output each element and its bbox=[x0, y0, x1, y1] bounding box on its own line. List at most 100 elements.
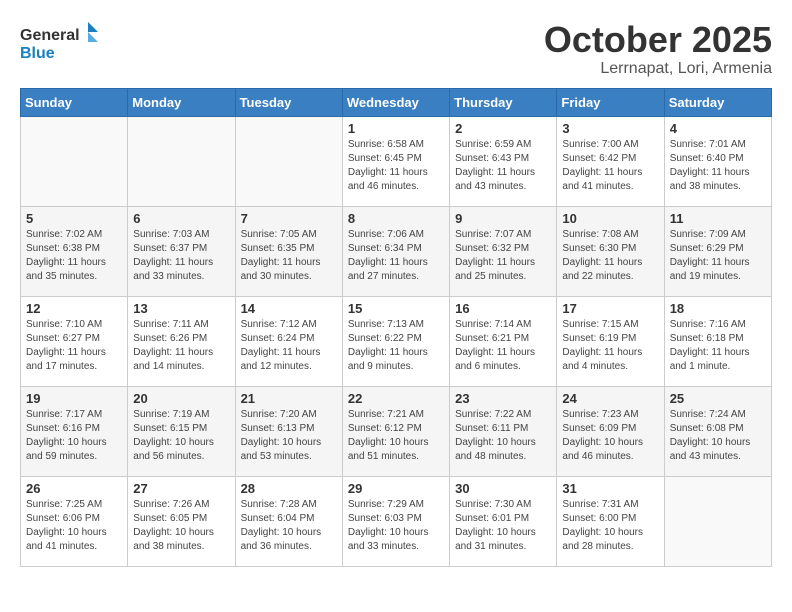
day-info: Sunrise: 7:01 AM Sunset: 6:40 PM Dayligh… bbox=[670, 138, 766, 194]
month-title: October 2025 bbox=[544, 20, 772, 60]
calendar-day-3: 3Sunrise: 7:00 AM Sunset: 6:42 PM Daylig… bbox=[557, 116, 664, 206]
calendar-empty-cell bbox=[128, 116, 235, 206]
svg-text:Blue: Blue bbox=[20, 45, 55, 62]
day-number: 6 bbox=[133, 211, 229, 226]
day-number: 27 bbox=[133, 481, 229, 496]
page-header: General Blue October 2025 Lerrnapat, Lor… bbox=[20, 20, 772, 78]
day-number: 5 bbox=[26, 211, 122, 226]
day-number: 28 bbox=[241, 481, 337, 496]
calendar-day-18: 18 Sunrise: 7:16 AM Sunset: 6:18 PM Dayli… bbox=[664, 296, 771, 386]
day-info: Sunrise: 7:15 AM Sunset: 6:19 PM Dayligh… bbox=[562, 318, 658, 374]
calendar-day-15: 15 Sunrise: 7:13 AM Sunset: 6:22 PM Dayli… bbox=[342, 296, 449, 386]
day-info: Sunrise: 7:24 AM Sunset: 6:08 PM Dayligh… bbox=[670, 408, 766, 464]
day-header-saturday: Saturday bbox=[664, 88, 771, 116]
day-info: Sunrise: 7:17 AM Sunset: 6:16 PM Dayligh… bbox=[26, 408, 122, 464]
day-info: Sunrise: 7:12 AM Sunset: 6:24 PM Dayligh… bbox=[241, 318, 337, 374]
day-number: 8 bbox=[348, 211, 444, 226]
day-info: Sunrise: 7:16 AM Sunset: 6:18 PM Dayligh… bbox=[670, 318, 766, 374]
day-number: 9 bbox=[455, 211, 551, 226]
day-number: 29 bbox=[348, 481, 444, 496]
calendar-day-28: 28 Sunrise: 7:28 AM Sunset: 6:04 PM Dayli… bbox=[235, 476, 342, 566]
day-number: 3 bbox=[562, 121, 658, 136]
day-number: 14 bbox=[241, 301, 337, 316]
calendar-day-23: 23 Sunrise: 7:22 AM Sunset: 6:11 PM Dayli… bbox=[450, 386, 557, 476]
calendar-day-9: 9 Sunrise: 7:07 AM Sunset: 6:32 PM Daylig… bbox=[450, 206, 557, 296]
day-info: Sunrise: 7:10 AM Sunset: 6:27 PM Dayligh… bbox=[26, 318, 122, 374]
calendar-day-20: 20 Sunrise: 7:19 AM Sunset: 6:15 PM Dayli… bbox=[128, 386, 235, 476]
location-subtitle: Lerrnapat, Lori, Armenia bbox=[544, 60, 772, 78]
calendar-day-8: 8Sunrise: 7:06 AM Sunset: 6:34 PM Daylig… bbox=[342, 206, 449, 296]
svg-text:General: General bbox=[20, 27, 80, 44]
calendar-empty-cell bbox=[664, 476, 771, 566]
day-number: 23 bbox=[455, 391, 551, 406]
day-info: Sunrise: 7:14 AM Sunset: 6:21 PM Dayligh… bbox=[455, 318, 551, 374]
day-header-wednesday: Wednesday bbox=[342, 88, 449, 116]
day-info: Sunrise: 6:58 AM Sunset: 6:45 PM Dayligh… bbox=[348, 138, 444, 194]
day-number: 15 bbox=[348, 301, 444, 316]
calendar-day-10: 10Sunrise: 7:08 AM Sunset: 6:30 PM Dayli… bbox=[557, 206, 664, 296]
calendar-day-4: 4 Sunrise: 7:01 AM Sunset: 6:40 PM Daylig… bbox=[664, 116, 771, 206]
day-info: Sunrise: 7:26 AM Sunset: 6:05 PM Dayligh… bbox=[133, 498, 229, 554]
day-info: Sunrise: 7:31 AM Sunset: 6:00 PM Dayligh… bbox=[562, 498, 658, 554]
day-number: 10 bbox=[562, 211, 658, 226]
day-info: Sunrise: 7:05 AM Sunset: 6:35 PM Dayligh… bbox=[241, 228, 337, 284]
day-number: 17 bbox=[562, 301, 658, 316]
day-info: Sunrise: 6:59 AM Sunset: 6:43 PM Dayligh… bbox=[455, 138, 551, 194]
title-block: October 2025 Lerrnapat, Lori, Armenia bbox=[544, 20, 772, 78]
day-info: Sunrise: 7:21 AM Sunset: 6:12 PM Dayligh… bbox=[348, 408, 444, 464]
day-info: Sunrise: 7:09 AM Sunset: 6:29 PM Dayligh… bbox=[670, 228, 766, 284]
calendar-empty-cell bbox=[21, 116, 128, 206]
calendar-day-7: 7Sunrise: 7:05 AM Sunset: 6:35 PM Daylig… bbox=[235, 206, 342, 296]
calendar-day-13: 13Sunrise: 7:11 AM Sunset: 6:26 PM Dayli… bbox=[128, 296, 235, 386]
day-number: 20 bbox=[133, 391, 229, 406]
calendar-header-row: SundayMondayTuesdayWednesdayThursdayFrid… bbox=[21, 88, 772, 116]
calendar-table: SundayMondayTuesdayWednesdayThursdayFrid… bbox=[20, 88, 772, 567]
day-info: Sunrise: 7:02 AM Sunset: 6:38 PM Dayligh… bbox=[26, 228, 122, 284]
day-number: 1 bbox=[348, 121, 444, 136]
calendar-day-29: 29Sunrise: 7:29 AM Sunset: 6:03 PM Dayli… bbox=[342, 476, 449, 566]
day-info: Sunrise: 7:25 AM Sunset: 6:06 PM Dayligh… bbox=[26, 498, 122, 554]
day-header-sunday: Sunday bbox=[21, 88, 128, 116]
day-number: 4 bbox=[670, 121, 766, 136]
day-info: Sunrise: 7:23 AM Sunset: 6:09 PM Dayligh… bbox=[562, 408, 658, 464]
logo: General Blue bbox=[20, 20, 110, 70]
day-header-tuesday: Tuesday bbox=[235, 88, 342, 116]
day-info: Sunrise: 7:19 AM Sunset: 6:15 PM Dayligh… bbox=[133, 408, 229, 464]
day-number: 22 bbox=[348, 391, 444, 406]
day-number: 18 bbox=[670, 301, 766, 316]
day-number: 12 bbox=[26, 301, 122, 316]
day-number: 2 bbox=[455, 121, 551, 136]
day-number: 21 bbox=[241, 391, 337, 406]
calendar-week-row: 26 Sunrise: 7:25 AM Sunset: 6:06 PM Dayli… bbox=[21, 476, 772, 566]
calendar-day-26: 26 Sunrise: 7:25 AM Sunset: 6:06 PM Dayli… bbox=[21, 476, 128, 566]
calendar-day-5: 5 Sunrise: 7:02 AM Sunset: 6:38 PM Daylig… bbox=[21, 206, 128, 296]
calendar-day-6: 6 Sunrise: 7:03 AM Sunset: 6:37 PM Daylig… bbox=[128, 206, 235, 296]
calendar-week-row: 5 Sunrise: 7:02 AM Sunset: 6:38 PM Daylig… bbox=[21, 206, 772, 296]
day-number: 13 bbox=[133, 301, 229, 316]
day-number: 26 bbox=[26, 481, 122, 496]
day-number: 16 bbox=[455, 301, 551, 316]
calendar-day-24: 24 Sunrise: 7:23 AM Sunset: 6:09 PM Dayli… bbox=[557, 386, 664, 476]
calendar-day-27: 27 Sunrise: 7:26 AM Sunset: 6:05 PM Dayli… bbox=[128, 476, 235, 566]
day-info: Sunrise: 7:13 AM Sunset: 6:22 PM Dayligh… bbox=[348, 318, 444, 374]
calendar-week-row: 12 Sunrise: 7:10 AM Sunset: 6:27 PM Dayli… bbox=[21, 296, 772, 386]
day-info: Sunrise: 7:07 AM Sunset: 6:32 PM Dayligh… bbox=[455, 228, 551, 284]
calendar-day-17: 17 Sunrise: 7:15 AM Sunset: 6:19 PM Dayli… bbox=[557, 296, 664, 386]
day-header-friday: Friday bbox=[557, 88, 664, 116]
day-number: 24 bbox=[562, 391, 658, 406]
day-number: 19 bbox=[26, 391, 122, 406]
calendar-day-25: 25 Sunrise: 7:24 AM Sunset: 6:08 PM Dayli… bbox=[664, 386, 771, 476]
day-info: Sunrise: 7:22 AM Sunset: 6:11 PM Dayligh… bbox=[455, 408, 551, 464]
day-info: Sunrise: 7:30 AM Sunset: 6:01 PM Dayligh… bbox=[455, 498, 551, 554]
calendar-day-11: 11 Sunrise: 7:09 AM Sunset: 6:29 PM Dayli… bbox=[664, 206, 771, 296]
day-number: 30 bbox=[455, 481, 551, 496]
calendar-day-22: 22 Sunrise: 7:21 AM Sunset: 6:12 PM Dayli… bbox=[342, 386, 449, 476]
day-info: Sunrise: 7:03 AM Sunset: 6:37 PM Dayligh… bbox=[133, 228, 229, 284]
day-number: 25 bbox=[670, 391, 766, 406]
calendar-empty-cell bbox=[235, 116, 342, 206]
day-number: 11 bbox=[670, 211, 766, 226]
day-info: Sunrise: 7:28 AM Sunset: 6:04 PM Dayligh… bbox=[241, 498, 337, 554]
logo-text: General Blue bbox=[20, 20, 110, 70]
calendar-day-2: 2 Sunrise: 6:59 AM Sunset: 6:43 PM Daylig… bbox=[450, 116, 557, 206]
calendar-day-12: 12 Sunrise: 7:10 AM Sunset: 6:27 PM Dayli… bbox=[21, 296, 128, 386]
